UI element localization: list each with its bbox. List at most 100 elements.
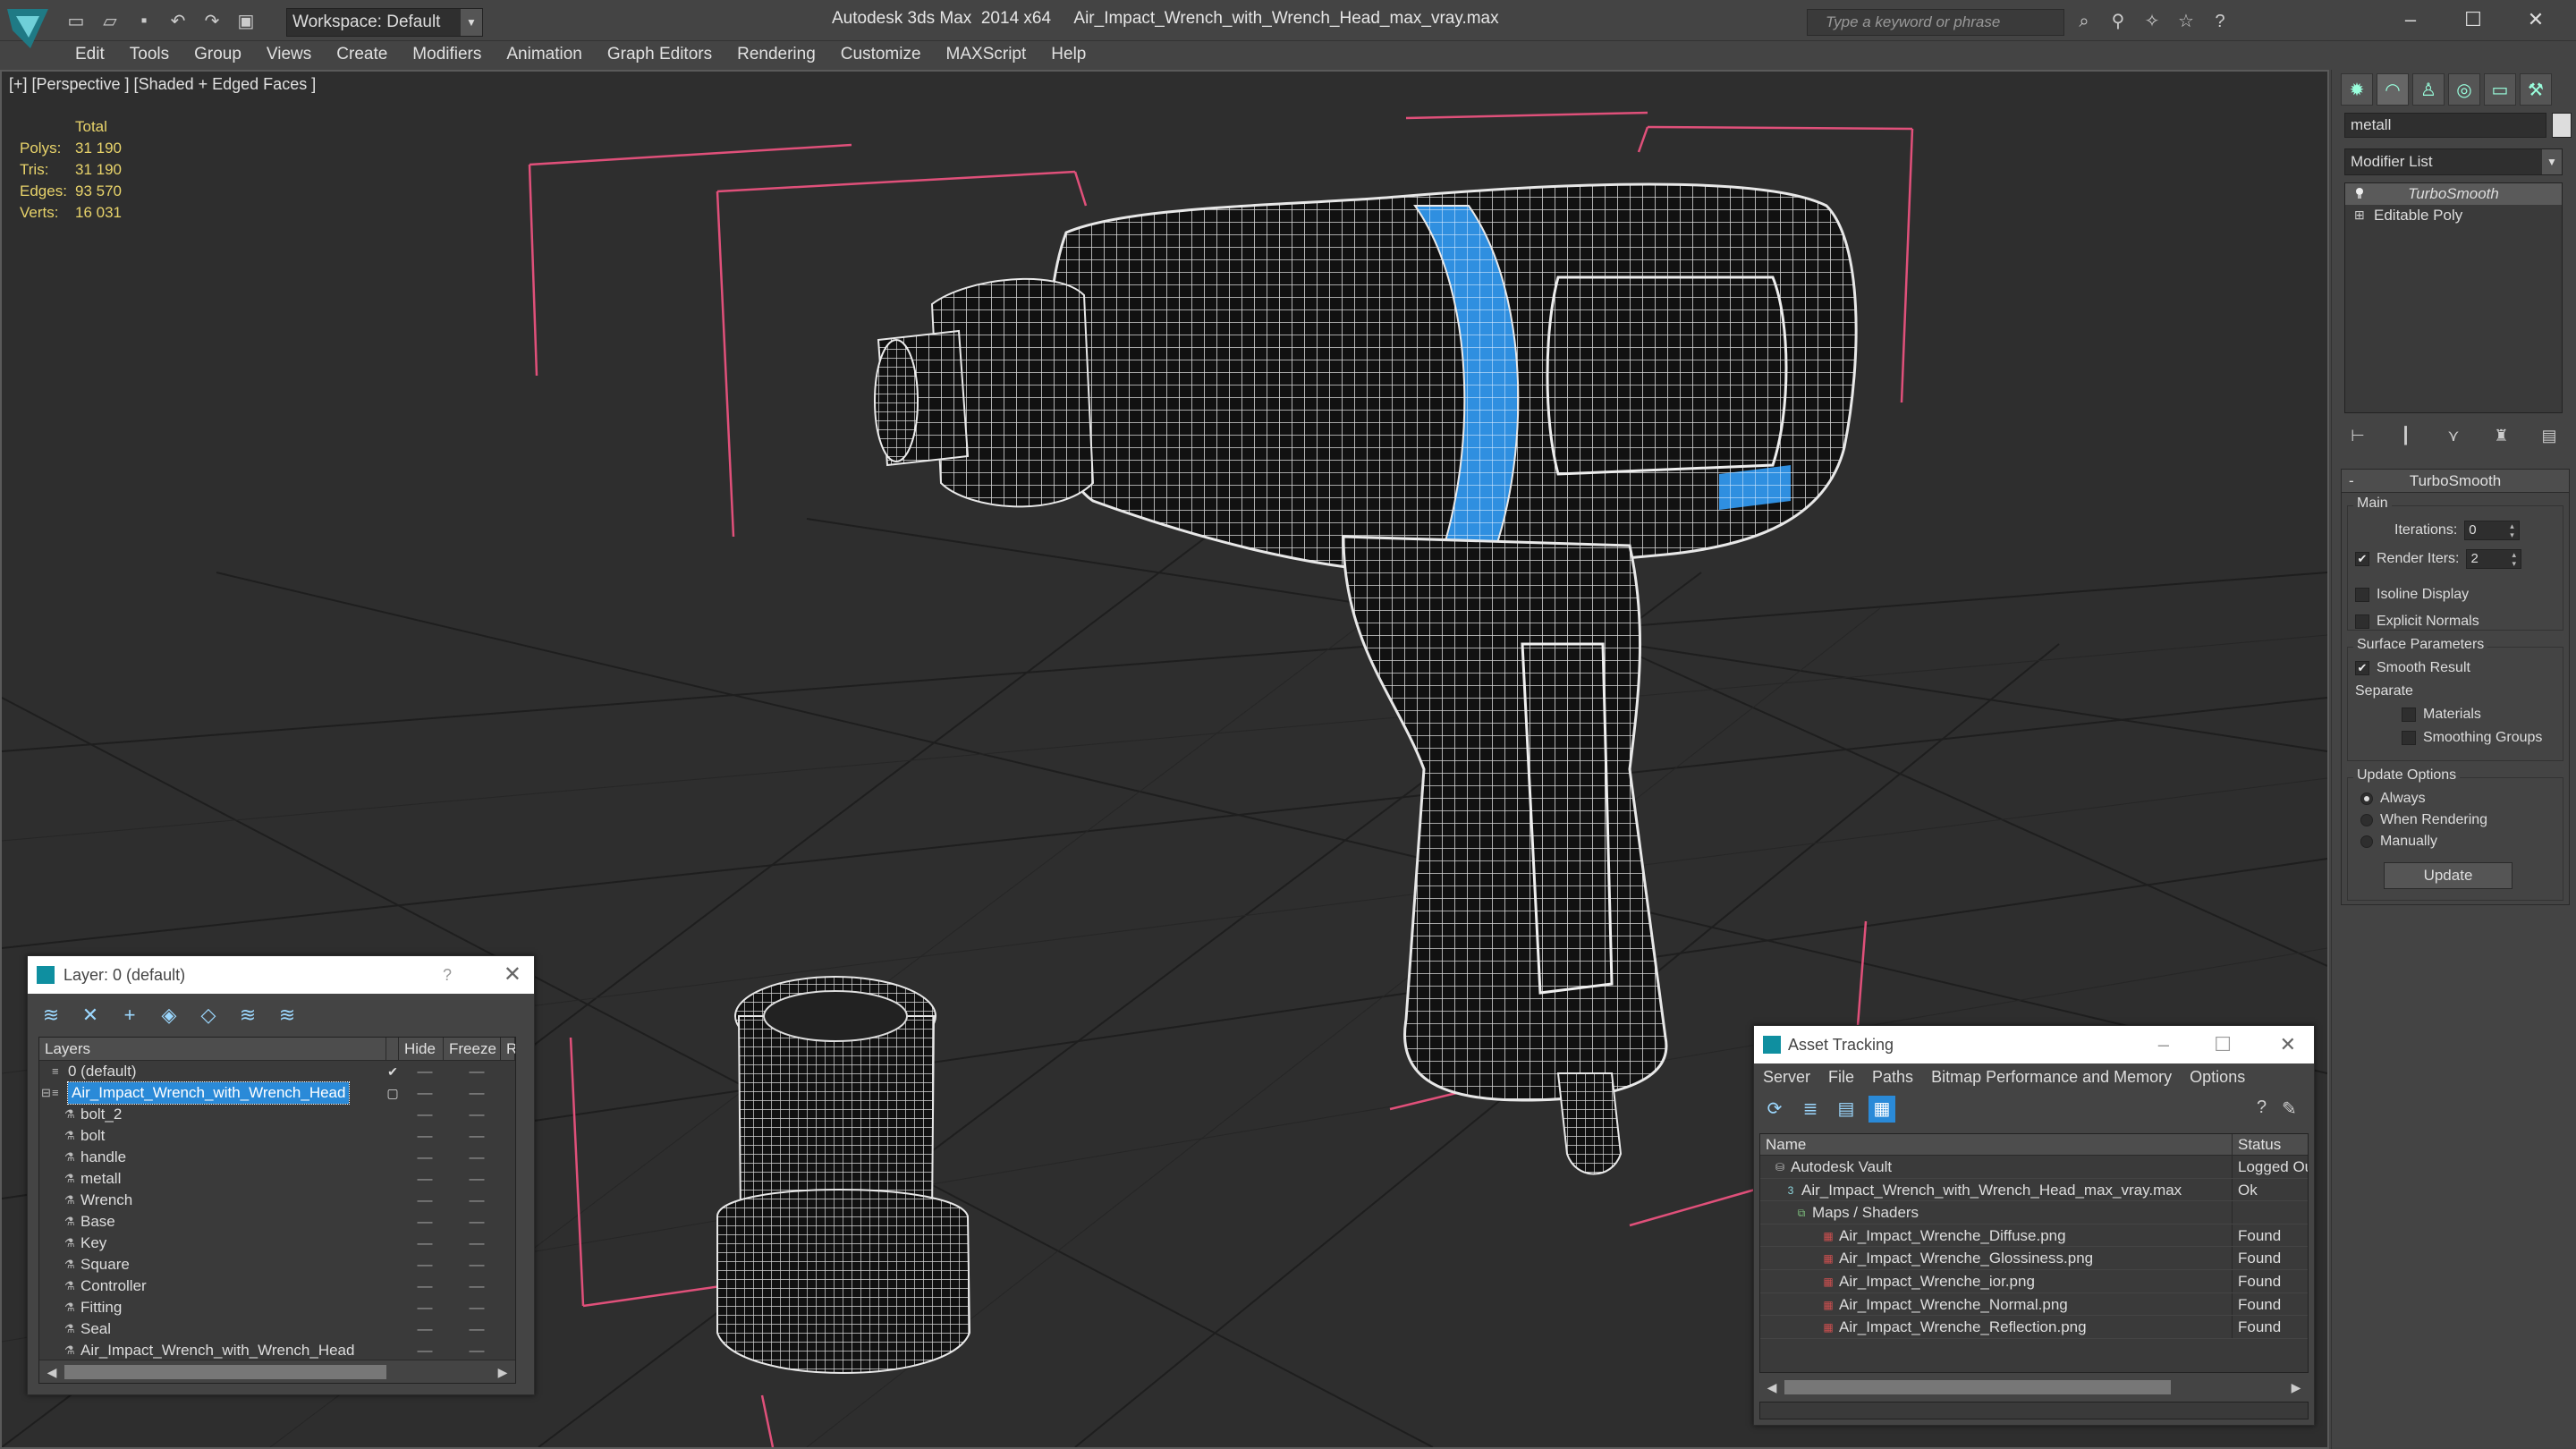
freeze-toggle[interactable]: —: [451, 1061, 503, 1082]
current-layer-indicator[interactable]: ▢: [386, 1082, 399, 1104]
help-icon[interactable]: ?: [2207, 9, 2233, 34]
hide-toggle[interactable]: —: [399, 1190, 451, 1211]
layer-row[interactable]: ⚗ bolt — —: [39, 1125, 515, 1147]
iterations-spinner[interactable]: 0: [2464, 521, 2521, 540]
menu-customize[interactable]: Customize: [828, 41, 934, 68]
freeze-toggle[interactable]: —: [451, 1233, 503, 1254]
hierarchy-tab-icon[interactable]: ♙: [2412, 73, 2445, 106]
hide-toggle[interactable]: —: [399, 1297, 451, 1318]
current-layer-indicator[interactable]: ✔: [386, 1061, 399, 1082]
asset-dialog-titlebar[interactable]: Asset Tracking – ☐ ✕: [1754, 1026, 2314, 1063]
freeze-toggle[interactable]: —: [451, 1147, 503, 1168]
undo-icon[interactable]: ↶: [165, 7, 191, 34]
hide-toggle[interactable]: —: [399, 1125, 451, 1147]
layer-row[interactable]: ⊟ ≡ Air_Impact_Wrench_with_Wrench_Head ▢ — —: [39, 1081, 515, 1105]
redo-icon[interactable]: ↷: [199, 7, 225, 34]
when-rendering-radio[interactable]: [2360, 814, 2373, 826]
freeze-toggle[interactable]: —: [451, 1190, 503, 1211]
current-layer-indicator[interactable]: [386, 1340, 399, 1361]
close-button[interactable]: ✕: [2504, 4, 2567, 36]
current-layer-indicator[interactable]: [386, 1275, 399, 1297]
new-file-icon[interactable]: ▭: [63, 7, 89, 34]
horizontal-scrollbar[interactable]: ◀ ▶: [1759, 1377, 2309, 1398]
scroll-left-icon[interactable]: ◀: [43, 1360, 61, 1383]
layer-row[interactable]: ≡ 0 (default) ✔ — —: [39, 1061, 515, 1082]
manually-radio[interactable]: [2360, 835, 2373, 848]
col-hide[interactable]: Hide: [399, 1038, 444, 1060]
layer-row[interactable]: ⚗ Square — —: [39, 1254, 515, 1275]
layer-row[interactable]: ⚗ Air_Impact_Wrench_with_Wrench_Head — —: [39, 1340, 515, 1361]
current-layer-indicator[interactable]: [386, 1147, 399, 1168]
menu-help[interactable]: Help: [1038, 41, 1098, 68]
layer-row[interactable]: ⚗ Fitting — —: [39, 1297, 515, 1318]
asset-row[interactable]: ▦ Air_Impact_Wrenche_Diffuse.png Found: [1760, 1224, 2308, 1248]
always-radio[interactable]: [2360, 792, 2373, 805]
make-unique-icon[interactable]: ⋎: [2440, 422, 2467, 449]
menu-modifiers[interactable]: Modifiers: [400, 41, 494, 68]
close-icon[interactable]: ✕: [504, 956, 521, 994]
current-layer-indicator[interactable]: [386, 1168, 399, 1190]
current-layer-indicator[interactable]: [386, 1233, 399, 1254]
freeze-toggle[interactable]: —: [451, 1168, 503, 1190]
isoline-checkbox[interactable]: [2355, 588, 2369, 602]
hide-toggle[interactable]: —: [399, 1233, 451, 1254]
asset-row[interactable]: ▦ Air_Impact_Wrenche_Normal.png Found: [1760, 1292, 2308, 1317]
configure-sets-icon[interactable]: ▤: [2536, 422, 2563, 449]
freeze-toggle[interactable]: —: [451, 1211, 503, 1233]
menu-animation[interactable]: Animation: [494, 41, 595, 68]
layer-row[interactable]: ⚗ metall — —: [39, 1168, 515, 1190]
maximize-button[interactable]: ☐: [2442, 4, 2504, 36]
motion-tab-icon[interactable]: ◎: [2448, 73, 2480, 106]
scroll-right-icon[interactable]: ▶: [494, 1360, 512, 1383]
expand-plus-icon[interactable]: ⊞: [2354, 208, 2365, 221]
remove-modifier-icon[interactable]: ♜: [2488, 422, 2515, 449]
freeze-toggle[interactable]: —: [451, 1275, 503, 1297]
highlight-help-icon[interactable]: ✎: [2282, 1097, 2307, 1123]
hide-toggle[interactable]: —: [399, 1318, 451, 1340]
hide-toggle[interactable]: —: [399, 1254, 451, 1275]
col-name[interactable]: Name: [1760, 1134, 2233, 1155]
add-to-layer-icon[interactable]: +: [115, 1001, 144, 1030]
update-button[interactable]: Update: [2384, 862, 2512, 889]
tree-view-icon[interactable]: ▤: [1833, 1096, 1860, 1123]
utilities-tab-icon[interactable]: ⚒: [2520, 73, 2552, 106]
scroll-thumb[interactable]: [64, 1365, 386, 1379]
layer-row[interactable]: ⚗ Controller — —: [39, 1275, 515, 1297]
stack-item-turbosmooth[interactable]: TurboSmooth: [2345, 183, 2562, 205]
freeze-toggle[interactable]: —: [451, 1254, 503, 1275]
hide-toggle[interactable]: —: [399, 1147, 451, 1168]
freeze-toggle[interactable]: —: [451, 1318, 503, 1340]
help-icon[interactable]: ?: [443, 956, 452, 994]
current-layer-indicator[interactable]: [386, 1318, 399, 1340]
scroll-thumb[interactable]: [1784, 1380, 2171, 1394]
help-icon[interactable]: ?: [2257, 1097, 2282, 1123]
hide-toggle[interactable]: —: [399, 1211, 451, 1233]
object-color-swatch[interactable]: [2552, 113, 2572, 138]
render-iters-spinner[interactable]: 2: [2466, 549, 2522, 569]
menu-create[interactable]: Create: [324, 41, 400, 68]
col-freeze[interactable]: Freeze: [444, 1038, 501, 1060]
object-name-input[interactable]: metall: [2344, 113, 2546, 138]
current-layer-indicator[interactable]: [386, 1211, 399, 1233]
stack-item-editable-poly[interactable]: ⊞ Editable Poly: [2345, 205, 2562, 226]
explicit-normals-checkbox[interactable]: [2355, 614, 2369, 629]
modify-tab-icon[interactable]: ◠: [2377, 73, 2409, 106]
asset-row[interactable]: 3 Air_Impact_Wrench_with_Wrench_Head_max_…: [1760, 1178, 2308, 1202]
select-objects-icon[interactable]: ◈: [155, 1001, 183, 1030]
current-layer-indicator[interactable]: [386, 1104, 399, 1125]
menu-group[interactable]: Group: [182, 41, 254, 68]
close-icon[interactable]: ✕: [2280, 1026, 2296, 1063]
minimize-button[interactable]: –: [2379, 4, 2442, 36]
layer-row[interactable]: ⚗ Base — —: [39, 1211, 515, 1233]
create-layer-icon[interactable]: ≋: [37, 1001, 65, 1030]
show-end-result-icon[interactable]: ┃: [2393, 422, 2419, 449]
asset-row[interactable]: ▦ Air_Impact_Wrenche_Reflection.png Found: [1760, 1316, 2308, 1339]
smooth-result-checkbox[interactable]: ✔: [2355, 661, 2369, 675]
highlight-layer-icon[interactable]: ◇: [194, 1001, 223, 1030]
project-folder-icon[interactable]: ▣: [233, 7, 259, 34]
layer-row[interactable]: ⚗ Wrench — —: [39, 1190, 515, 1211]
table-view-icon[interactable]: ▦: [1868, 1096, 1895, 1123]
refresh-icon[interactable]: ⟳: [1761, 1096, 1788, 1123]
asset-row[interactable]: ⛁ Autodesk Vault Logged Out: [1760, 1156, 2308, 1179]
layer-row[interactable]: ⚗ handle — —: [39, 1147, 515, 1168]
